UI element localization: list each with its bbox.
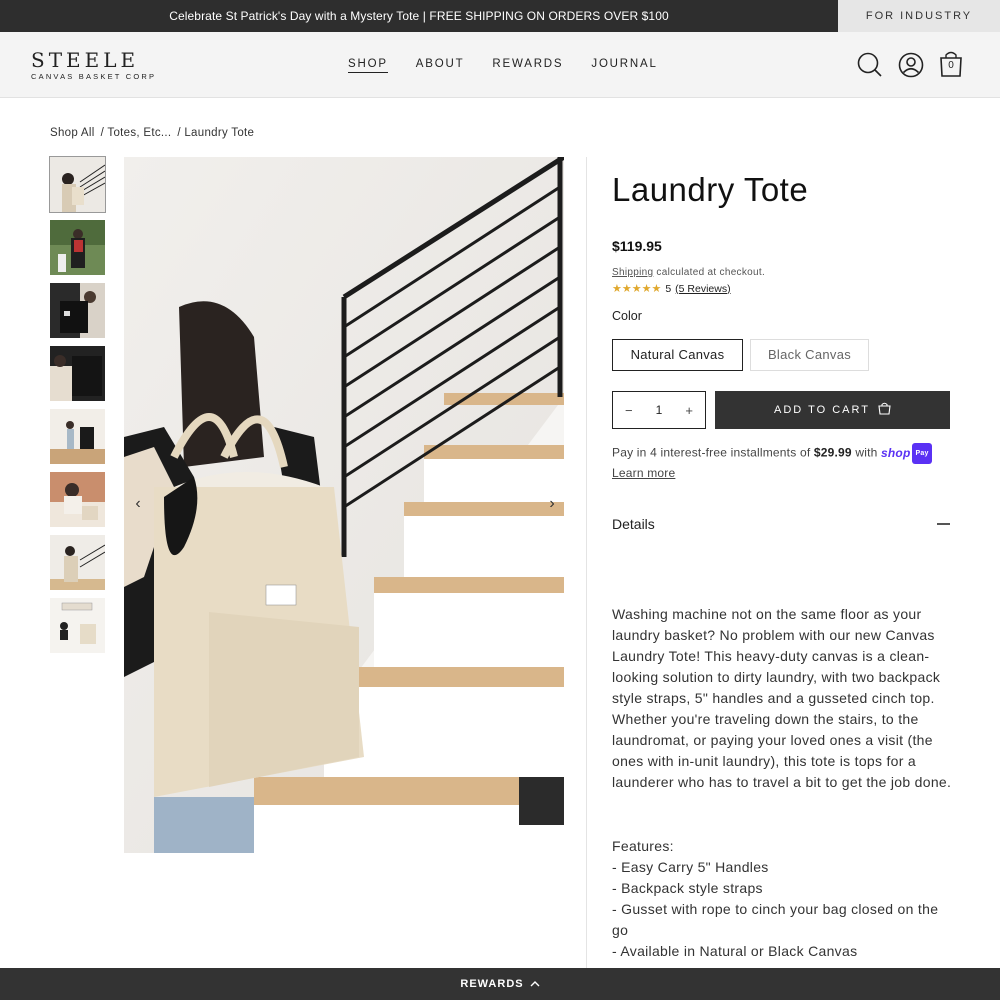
quantity-input[interactable]: 1 (656, 403, 663, 417)
feature-item: - Gusset with rope to cinch your bag clo… (612, 901, 939, 938)
rating-value: 5 (665, 282, 672, 295)
breadcrumb-current: / Laundry Tote (177, 127, 255, 139)
logo[interactable]: STEELE CANVAS BASKET CORP (31, 50, 156, 81)
pay-amount: $29.99 (813, 445, 852, 460)
quantity-increase-button[interactable]: + (685, 403, 693, 418)
search-icon[interactable] (856, 51, 884, 79)
thumbnail-2[interactable] (50, 220, 105, 275)
announcement-bar: Celebrate St Patrick's Day with a Myster… (0, 0, 1000, 32)
star-rating-icon: ★★★★★ (612, 283, 662, 295)
thumbnail-7[interactable] (50, 535, 105, 590)
shipping-link[interactable]: Shipping (612, 267, 653, 278)
feature-item: - Easy Carry 5" Handles (612, 859, 769, 875)
main-nav: SHOP ABOUT REWARDS JOURNAL (348, 58, 658, 73)
column-divider (586, 157, 587, 969)
features-list: Features: - Easy Carry 5" Handles - Back… (612, 836, 957, 962)
feature-item: - Backpack style straps (612, 880, 763, 896)
rewards-bar[interactable]: REWARDS (0, 968, 1000, 1000)
feature-item: - Available in Natural or Black Canvas (612, 943, 858, 959)
logo-tagline: CANVAS BASKET CORP (31, 72, 157, 81)
account-icon[interactable] (897, 51, 925, 79)
features-title: Features: (612, 838, 674, 854)
for-industry-link[interactable]: FOR INDUSTRY (838, 0, 1000, 32)
nav-journal[interactable]: JOURNAL (591, 58, 657, 73)
logo-wordmark: STEELE (31, 48, 140, 72)
details-label: Details (612, 516, 655, 532)
collapse-minus-icon (937, 523, 950, 525)
cart-count: 0 (948, 60, 954, 71)
thumbnail-4[interactable] (50, 346, 105, 401)
add-to-cart-button[interactable]: ADD TO CART (715, 391, 950, 429)
nav-about[interactable]: ABOUT (416, 58, 465, 73)
bag-icon (878, 402, 891, 418)
thumbnail-1[interactable] (49, 156, 106, 213)
thumbnail-6[interactable] (50, 472, 105, 527)
nav-shop[interactable]: SHOP (348, 58, 388, 73)
color-option-black[interactable]: Black Canvas (750, 339, 869, 371)
shoppay-wordmark: shop (881, 446, 911, 460)
breadcrumb: Shop All / Totes, Etc... / Laundry Tote (50, 127, 254, 139)
thumbnail-3[interactable] (50, 283, 105, 338)
next-image-arrow[interactable]: › (544, 495, 560, 513)
breadcrumb-shop-all[interactable]: Shop All (50, 127, 95, 139)
quantity-stepper: − 1 + (612, 391, 706, 429)
product-price: $119.95 (612, 238, 662, 254)
shipping-note-text: calculated at checkout. (653, 267, 766, 278)
breadcrumb-totes[interactable]: / Totes, Etc... (101, 127, 172, 139)
shoppay-logo: shop Pay (881, 443, 932, 464)
add-to-cart-label: ADD TO CART (774, 404, 870, 416)
announcement-text[interactable]: Celebrate St Patrick's Day with a Myster… (0, 0, 838, 32)
prev-image-arrow[interactable]: ‹ (130, 495, 146, 513)
cart-icon[interactable]: 0 (939, 51, 967, 79)
pay-with: with (851, 445, 882, 460)
shipping-note: Shipping calculated at checkout. (612, 267, 765, 278)
pay-prefix: Pay in 4 interest-free installments of (612, 445, 814, 460)
product-title: Laundry Tote (612, 171, 809, 208)
main-product-image[interactable] (124, 157, 564, 853)
thumbnail-list (49, 156, 106, 661)
installments-note: Pay in 4 interest-free installments of $… (612, 443, 952, 483)
nav-rewards[interactable]: REWARDS (492, 58, 563, 73)
reviews-link[interactable]: (5 Reviews) (675, 283, 730, 295)
site-header: STEELE CANVAS BASKET CORP SHOP ABOUT REW… (0, 32, 1000, 98)
quantity-decrease-button[interactable]: − (625, 403, 633, 418)
color-label: Color (612, 309, 642, 323)
product-description: Washing machine not on the same floor as… (612, 606, 952, 790)
rewards-bar-label: REWARDS (460, 978, 524, 990)
shoppay-pill: Pay (912, 443, 932, 464)
rating: ★★★★★ 5 (5 Reviews) (612, 282, 731, 296)
thumbnail-8[interactable] (50, 598, 105, 653)
thumbnail-5[interactable] (50, 409, 105, 464)
learn-more-link[interactable]: Learn more (612, 466, 675, 480)
chevron-up-icon (530, 978, 540, 990)
color-option-natural[interactable]: Natural Canvas (612, 339, 743, 371)
details-accordion[interactable]: Details (612, 516, 950, 532)
